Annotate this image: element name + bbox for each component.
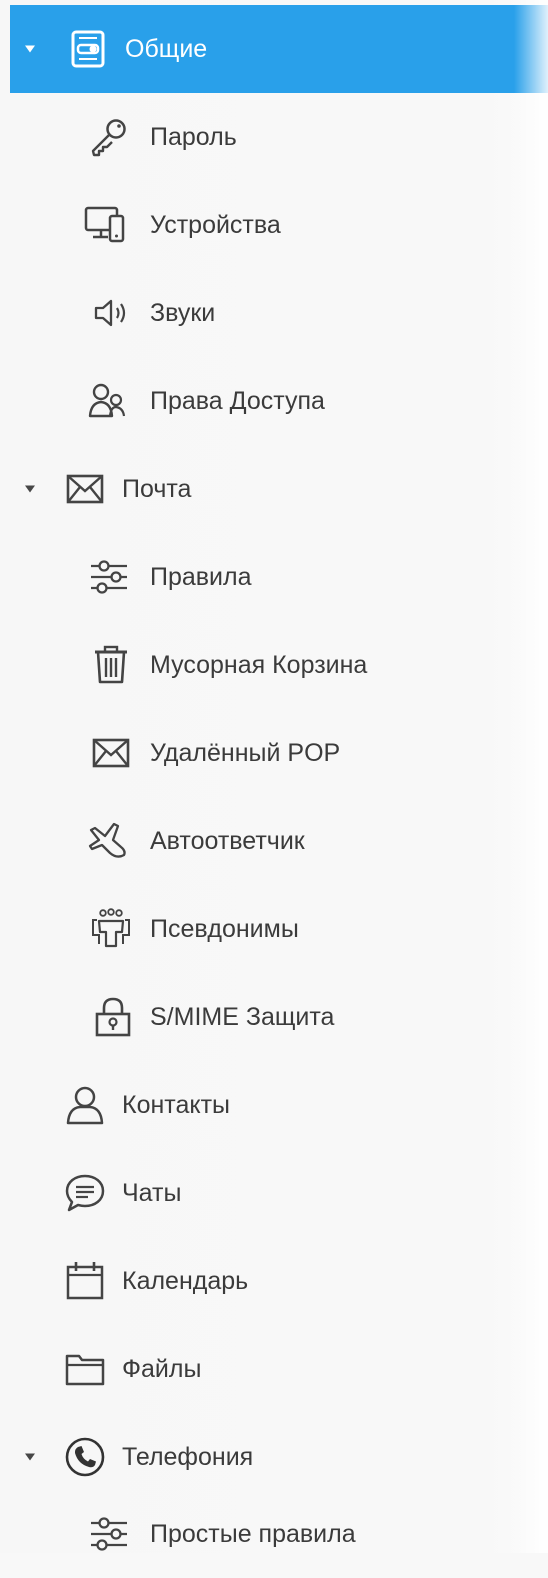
- sidebar-item-label: Автоответчик: [150, 827, 305, 855]
- sidebar-item-mail[interactable]: Почта: [0, 445, 548, 533]
- phone-icon: [65, 1437, 105, 1477]
- sidebar-item-label: Календарь: [122, 1267, 249, 1295]
- sidebar-item-label: Контакты: [122, 1091, 230, 1119]
- sidebar-item-sounds[interactable]: Звуки: [0, 269, 548, 357]
- sidebar-item-general[interactable]: Общие: [10, 5, 548, 93]
- sidebar-item-rules[interactable]: Правила: [0, 533, 548, 621]
- lock-icon: [95, 997, 131, 1037]
- sidebar-item-password[interactable]: Пароль: [0, 93, 548, 181]
- sidebar-item-label: S/MIME Защита: [150, 1003, 335, 1031]
- sidebar-item-label: Удалённый POP: [150, 739, 341, 767]
- expand-caret-icon[interactable]: [25, 485, 35, 493]
- expand-caret-icon[interactable]: [25, 45, 35, 53]
- sidebar-item-label: Чаты: [122, 1179, 182, 1207]
- chat-icon: [65, 1174, 105, 1212]
- sidebar-item-label: Правила: [150, 563, 252, 591]
- sidebar-item-label: Пароль: [150, 123, 237, 151]
- sidebar-item-simple-rules[interactable]: Простые правила: [0, 1490, 548, 1578]
- sidebar-item-trash[interactable]: Мусорная Корзина: [0, 621, 548, 709]
- contact-icon: [66, 1086, 104, 1125]
- sidebar-item-label: Устройства: [150, 211, 281, 239]
- trash-icon: [95, 645, 127, 684]
- mail-icon: [92, 738, 130, 768]
- settings-sidebar: Общие Пароль Устройства Звуки Права Дост…: [0, 0, 548, 1553]
- sidebar-item-label: Почта: [122, 475, 192, 503]
- sidebar-item-smime-security[interactable]: S/MIME Защита: [0, 973, 548, 1061]
- sidebar-item-remote-pop[interactable]: Удалённый POP: [0, 709, 548, 797]
- expand-caret-icon[interactable]: [25, 1453, 35, 1461]
- settings-panel-icon: [71, 30, 105, 68]
- sidebar-item-access-rights[interactable]: Права Доступа: [0, 357, 548, 445]
- sidebar-item-contacts[interactable]: Контакты: [0, 1061, 548, 1149]
- speaker-icon: [94, 299, 126, 327]
- sidebar-item-label: Мусорная Корзина: [150, 651, 368, 679]
- sidebar-item-devices[interactable]: Устройства: [0, 181, 548, 269]
- sidebar-item-label: Простые правила: [150, 1520, 356, 1548]
- sidebar-item-label: Псевдонимы: [150, 915, 299, 943]
- airplane-icon: [88, 822, 126, 858]
- sliders-icon: [91, 560, 127, 594]
- sidebar-item-chats[interactable]: Чаты: [0, 1149, 548, 1237]
- devices-icon: [84, 206, 125, 243]
- mail-icon: [66, 474, 104, 504]
- sidebar-item-label: Общие: [125, 35, 208, 63]
- sidebar-item-label: Файлы: [122, 1355, 202, 1383]
- sliders-icon: [91, 1517, 127, 1551]
- sidebar-item-label: Права Доступа: [150, 387, 325, 415]
- sidebar-item-aliases[interactable]: Псевдонимы: [0, 885, 548, 973]
- calendar-icon: [66, 1262, 104, 1300]
- sidebar-item-telephony[interactable]: Телефония: [0, 1413, 548, 1501]
- sidebar-item-label: Звуки: [150, 299, 216, 327]
- users-icon: [88, 383, 126, 418]
- sidebar-item-autoresponder[interactable]: Автоответчик: [0, 797, 548, 885]
- folder-icon: [65, 1354, 105, 1386]
- sidebar-item-calendar[interactable]: Календарь: [0, 1237, 548, 1325]
- key-icon: [91, 119, 126, 157]
- sidebar-item-label: Телефония: [122, 1443, 254, 1471]
- sidebar-item-files[interactable]: Файлы: [0, 1325, 548, 1413]
- aliases-icon: [92, 908, 130, 948]
